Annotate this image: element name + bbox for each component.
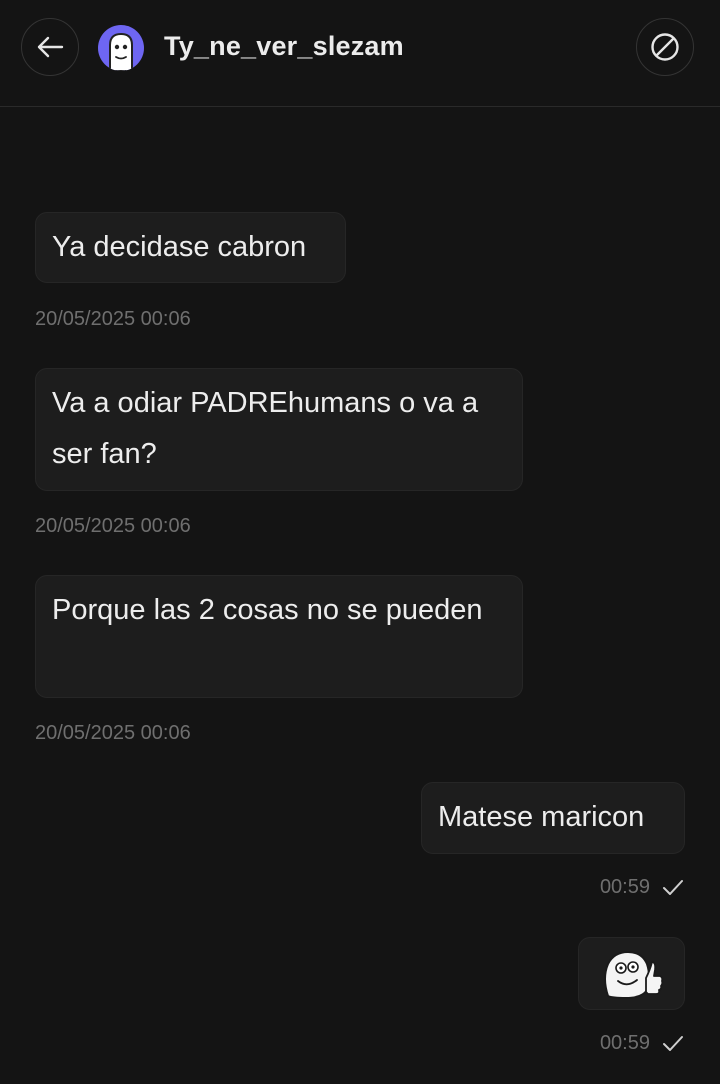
message-status: 00:59 [600,876,684,899]
ghost-avatar-icon [109,32,133,71]
thumbs-up-face-sticker [603,950,663,999]
message-bubble-outgoing[interactable]: Matese maricon [421,782,685,854]
check-icon [663,879,683,895]
sticker-bubble-outgoing[interactable] [578,937,685,1010]
block-icon [651,33,679,61]
message-text: Ya decidase cabron [52,231,307,263]
check-icon [663,1035,683,1051]
message-timestamp: 20/05/2025 00:06 [35,515,191,537]
arrow-left-icon [37,36,64,58]
message-bubble-incoming[interactable]: Ya decidase cabron [35,212,346,283]
message-status: 00:59 [600,1032,684,1055]
message-text: Porque las 2 cosas no se pueden [52,594,483,626]
message-bubble-incoming[interactable]: Porque las 2 cosas no se pueden [35,575,523,698]
contact-name[interactable]: Ty_ne_ver_slezam [164,31,404,62]
message-text: Matese maricon [438,801,645,833]
avatar[interactable] [98,25,144,71]
message-timestamp: 00:59 [599,1032,650,1054]
message-timestamp: 20/05/2025 00:06 [35,722,191,744]
block-button[interactable] [636,18,694,76]
back-button[interactable] [21,18,79,76]
message-timestamp: 00:59 [599,876,650,898]
message-timestamp: 20/05/2025 00:06 [35,308,191,330]
message-text: Va a odiar PADREhumans o va a ser fan? [52,387,479,470]
message-bubble-incoming[interactable]: Va a odiar PADREhumans o va a ser fan? [35,368,523,491]
chat-header: Ty_ne_ver_slezam [0,0,720,107]
